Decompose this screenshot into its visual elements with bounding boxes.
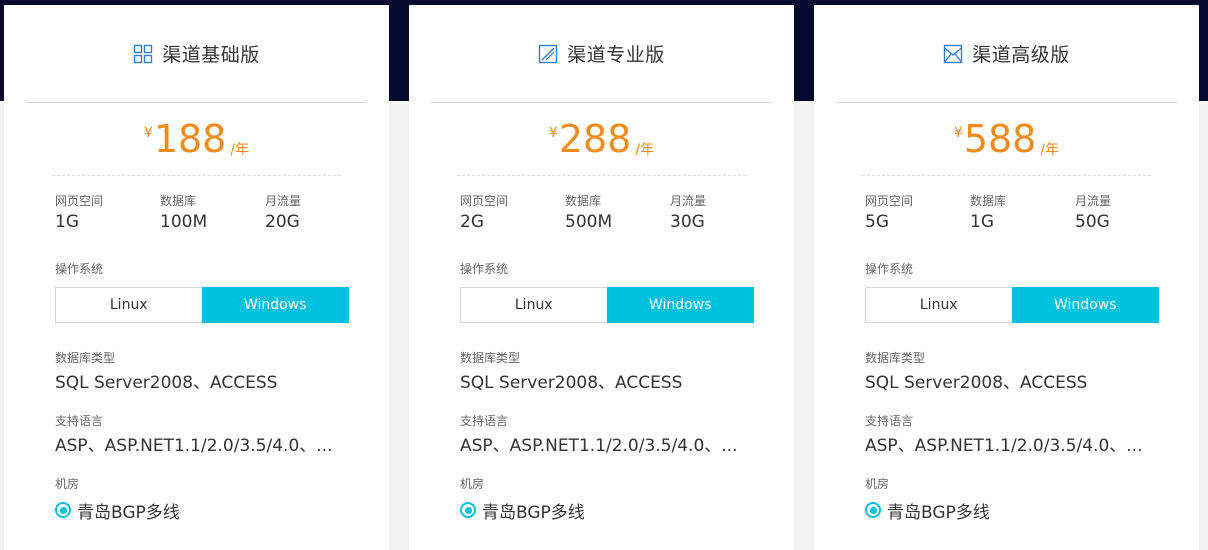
radio-selected-icon[interactable] bbox=[55, 502, 71, 518]
spec-value: 5G bbox=[865, 212, 889, 232]
spec-list: 网页空间 5G 数据库 1G 月流量 50G bbox=[865, 192, 1199, 234]
spec-value: 100M bbox=[160, 212, 208, 232]
datacenter-value: 青岛BGP多线 bbox=[887, 502, 990, 523]
spec-traffic: 月流量 20G bbox=[265, 192, 370, 234]
price-unit: /年 bbox=[1040, 142, 1060, 158]
os-option-windows[interactable]: Windows bbox=[1011, 287, 1159, 323]
os-label: 操作系统 bbox=[55, 262, 104, 276]
language-label: 支持语言 bbox=[865, 414, 914, 428]
price-unit: /年 bbox=[230, 142, 250, 158]
price: ¥ 588 /年 bbox=[862, 103, 1151, 176]
db-type-value: SQL Server2008、ACCESS bbox=[865, 373, 1088, 393]
datacenter-label: 机房 bbox=[865, 477, 890, 491]
plan-header: 渠道高级版 bbox=[836, 5, 1177, 103]
spec-value: 2G bbox=[460, 212, 484, 232]
plan-title: 渠道专业版 bbox=[567, 44, 665, 66]
price-unit: /年 bbox=[635, 142, 655, 158]
spec-value: 20G bbox=[265, 212, 300, 232]
price: ¥ 188 /年 bbox=[52, 103, 341, 176]
currency-symbol: ¥ bbox=[143, 125, 153, 141]
spec-label: 月流量 bbox=[670, 194, 707, 208]
spec-value: 1G bbox=[970, 212, 994, 232]
spec-list: 网页空间 2G 数据库 500M 月流量 30G bbox=[460, 192, 794, 234]
price-value: 288 bbox=[558, 117, 632, 161]
datacenter-label: 机房 bbox=[460, 477, 485, 491]
envelope-box-icon bbox=[944, 44, 963, 63]
currency-symbol: ¥ bbox=[953, 125, 963, 141]
spec-label: 月流量 bbox=[1075, 194, 1112, 208]
plan-title: 渠道基础版 bbox=[162, 44, 260, 66]
language-label: 支持语言 bbox=[460, 414, 509, 428]
spec-list: 网页空间 1G 数据库 100M 月流量 20G bbox=[55, 192, 389, 234]
price-value: 188 bbox=[153, 117, 227, 161]
spec-web-space: 网页空间 1G bbox=[55, 192, 160, 234]
spec-value: 50G bbox=[1075, 212, 1110, 232]
spec-label: 网页空间 bbox=[865, 194, 914, 208]
db-type-value: SQL Server2008、ACCESS bbox=[460, 373, 683, 393]
spec-database: 数据库 500M bbox=[565, 192, 670, 234]
os-option-linux[interactable]: Linux bbox=[460, 287, 607, 323]
price: ¥ 288 /年 bbox=[457, 103, 746, 176]
price-value: 588 bbox=[963, 117, 1037, 161]
spec-value: 500M bbox=[565, 212, 613, 232]
os-label: 操作系统 bbox=[865, 262, 914, 276]
language-label: 支持语言 bbox=[55, 414, 104, 428]
os-toggle: Linux Windows bbox=[865, 287, 1159, 323]
plan-cards: 渠道基础版 ¥ 188 /年 网页空间 1G 数据库 100M 月流量 20G … bbox=[0, 0, 1208, 550]
db-type-label: 数据库类型 bbox=[460, 351, 521, 365]
datacenter-value: 青岛BGP多线 bbox=[482, 502, 585, 523]
os-toggle: Linux Windows bbox=[55, 287, 349, 323]
os-option-windows[interactable]: Windows bbox=[606, 287, 754, 323]
plan-header: 渠道专业版 bbox=[431, 5, 772, 103]
plan-card-advanced: 渠道高级版 ¥ 588 /年 网页空间 5G 数据库 1G 月流量 50G 操作… bbox=[814, 5, 1199, 550]
language-value: ASP、ASP.NET1.1/2.0/3.5/4.0、... bbox=[865, 436, 1143, 456]
spec-value: 1G bbox=[55, 212, 79, 232]
spec-label: 数据库 bbox=[565, 194, 602, 208]
spec-label: 网页空间 bbox=[55, 194, 104, 208]
edit-square-icon bbox=[539, 44, 558, 63]
datacenter-option[interactable]: 青岛BGP多线 bbox=[865, 497, 1199, 523]
datacenter-value: 青岛BGP多线 bbox=[77, 502, 180, 523]
plan-card-pro: 渠道专业版 ¥ 288 /年 网页空间 2G 数据库 500M 月流量 30G … bbox=[409, 5, 794, 550]
spec-label: 网页空间 bbox=[460, 194, 509, 208]
spec-database: 数据库 100M bbox=[160, 192, 265, 234]
spec-value: 30G bbox=[670, 212, 705, 232]
spec-web-space: 网页空间 2G bbox=[460, 192, 565, 234]
os-option-linux[interactable]: Linux bbox=[55, 287, 202, 323]
datacenter-option[interactable]: 青岛BGP多线 bbox=[460, 497, 794, 523]
os-toggle: Linux Windows bbox=[460, 287, 754, 323]
plan-card-basic: 渠道基础版 ¥ 188 /年 网页空间 1G 数据库 100M 月流量 20G … bbox=[4, 5, 389, 550]
db-type-label: 数据库类型 bbox=[55, 351, 116, 365]
datacenter-option[interactable]: 青岛BGP多线 bbox=[55, 497, 389, 523]
radio-selected-icon[interactable] bbox=[865, 502, 881, 518]
grid-icon bbox=[134, 44, 153, 63]
db-type-value: SQL Server2008、ACCESS bbox=[55, 373, 278, 393]
spec-label: 数据库 bbox=[160, 194, 197, 208]
spec-label: 月流量 bbox=[265, 194, 302, 208]
plan-header: 渠道基础版 bbox=[26, 5, 367, 103]
spec-traffic: 月流量 50G bbox=[1075, 192, 1180, 234]
spec-traffic: 月流量 30G bbox=[670, 192, 775, 234]
currency-symbol: ¥ bbox=[548, 125, 558, 141]
os-option-linux[interactable]: Linux bbox=[865, 287, 1012, 323]
plan-title: 渠道高级版 bbox=[972, 44, 1070, 66]
language-value: ASP、ASP.NET1.1/2.0/3.5/4.0、... bbox=[460, 436, 738, 456]
datacenter-label: 机房 bbox=[55, 477, 80, 491]
os-label: 操作系统 bbox=[460, 262, 509, 276]
spec-database: 数据库 1G bbox=[970, 192, 1075, 234]
spec-web-space: 网页空间 5G bbox=[865, 192, 970, 234]
radio-selected-icon[interactable] bbox=[460, 502, 476, 518]
spec-label: 数据库 bbox=[970, 194, 1007, 208]
os-option-windows[interactable]: Windows bbox=[201, 287, 349, 323]
db-type-label: 数据库类型 bbox=[865, 351, 926, 365]
language-value: ASP、ASP.NET1.1/2.0/3.5/4.0、... bbox=[55, 436, 333, 456]
